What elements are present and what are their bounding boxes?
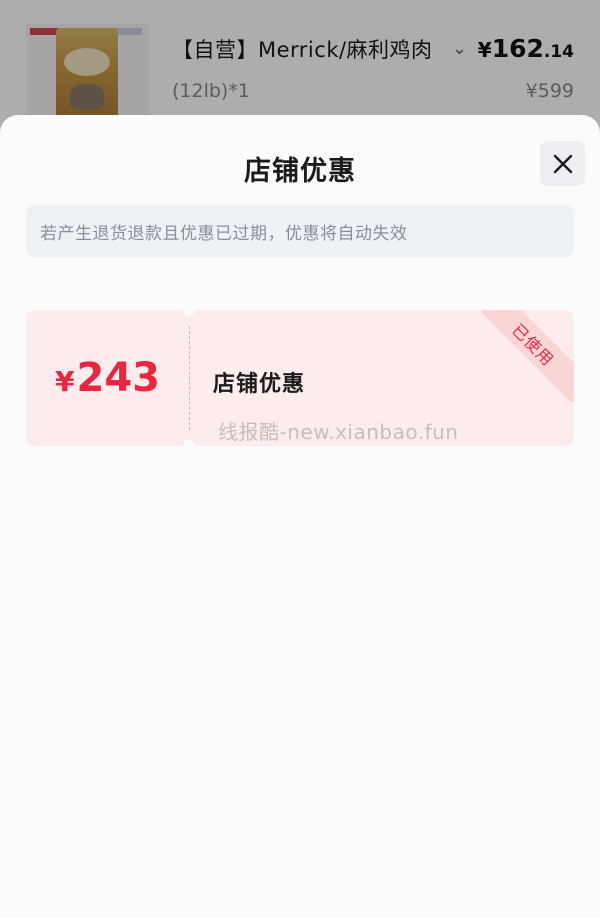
sheet-title: 店铺优惠 — [244, 156, 356, 187]
watermark: 线报酷-new.xianbao.fun — [218, 420, 459, 444]
status-badge: 已使用 — [482, 310, 574, 402]
coupon-amount: ¥243 — [55, 355, 160, 401]
coupon-divider — [189, 326, 190, 430]
notice-text: 若产生退货退款且优惠已过期，优惠将自动失效 — [40, 223, 408, 244]
store-discount-sheet: 店铺优惠 若产生退货退款且优惠已过期，优惠将自动失效 ¥243 店铺优惠 已使用 — [0, 115, 600, 917]
coupon-name: 店铺优惠 — [213, 372, 306, 397]
used-ribbon: 已使用 — [482, 310, 574, 402]
close-button[interactable] — [540, 141, 585, 186]
close-icon — [553, 154, 572, 173]
notice-banner: 若产生退货退款且优惠已过期，优惠将自动失效 — [26, 205, 574, 257]
